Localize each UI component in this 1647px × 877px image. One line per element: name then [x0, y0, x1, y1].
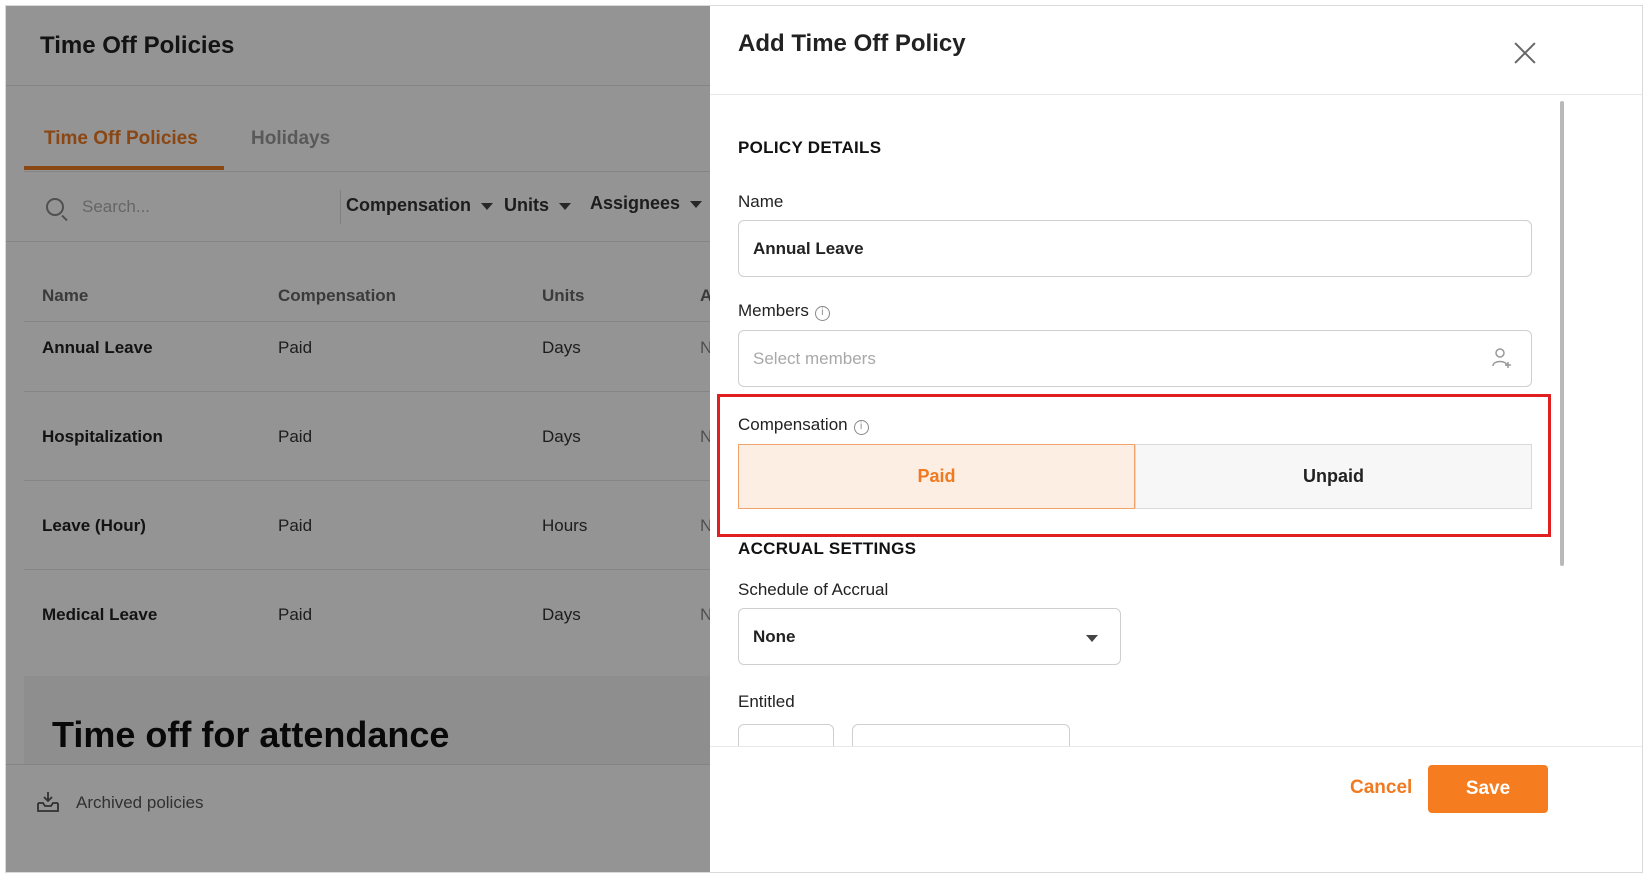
- compensation-unpaid-option[interactable]: Unpaid: [1135, 444, 1532, 509]
- policies-page: Time Off Policies Time Off Policies Holi…: [6, 6, 746, 872]
- entitled-label: Entitled: [738, 692, 795, 711]
- add-person-icon[interactable]: [1491, 347, 1513, 369]
- info-icon[interactable]: i: [853, 420, 869, 435]
- compensation-paid-option[interactable]: Paid: [738, 444, 1135, 509]
- info-icon[interactable]: i: [814, 306, 830, 321]
- compensation-label-text: Compensation: [738, 415, 848, 434]
- add-policy-drawer: Add Time Off Policy POLICY DETAILS Name …: [710, 6, 1642, 872]
- drawer-footer: Cancel Save: [710, 746, 1642, 872]
- chevron-down-icon: [1086, 635, 1098, 642]
- app-frame: Time Off Policies Time Off Policies Holi…: [5, 5, 1643, 873]
- members-label-text: Members: [738, 301, 809, 320]
- drawer-header: Add Time Off Policy: [710, 6, 1642, 95]
- schedule-select-value: None: [753, 627, 796, 646]
- schedule-select[interactable]: None: [738, 608, 1121, 665]
- close-icon[interactable]: [1512, 40, 1538, 66]
- schedule-label: Schedule of Accrual: [738, 580, 889, 599]
- members-label: Members i: [738, 301, 830, 321]
- drawer-title: Add Time Off Policy: [738, 30, 966, 57]
- accrual-settings-heading: ACCRUAL SETTINGS: [738, 539, 917, 558]
- save-button[interactable]: Save: [1428, 765, 1548, 813]
- modal-overlay[interactable]: [6, 6, 710, 872]
- name-field-value: Annual Leave: [753, 239, 864, 258]
- scrollbar[interactable]: [1560, 101, 1564, 566]
- members-placeholder: Select members: [753, 349, 876, 368]
- policy-details-heading: POLICY DETAILS: [738, 138, 882, 157]
- name-label: Name: [738, 192, 784, 211]
- compensation-label: Compensation i: [738, 415, 869, 435]
- members-field[interactable]: Select members: [738, 330, 1532, 387]
- cancel-button[interactable]: Cancel: [1350, 777, 1412, 799]
- name-field[interactable]: Annual Leave: [738, 220, 1532, 277]
